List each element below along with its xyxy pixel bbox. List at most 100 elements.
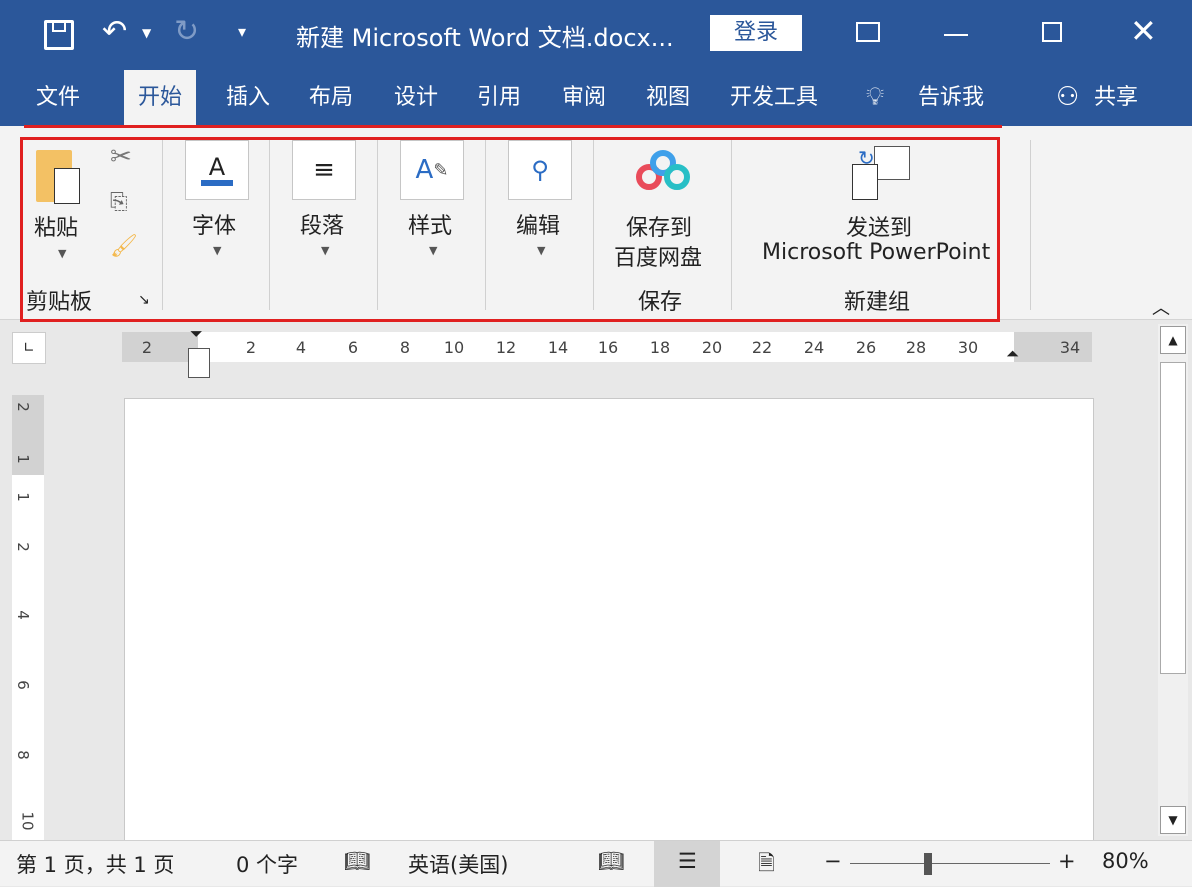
scroll-up-button[interactable]: ▲ (1160, 326, 1186, 354)
tab-selector[interactable]: ∟ (12, 332, 46, 364)
tab-home[interactable]: 开始 (124, 70, 197, 126)
ruler-tick-label: 18 (649, 338, 671, 357)
styles-icon[interactable]: A ✎ (400, 140, 464, 200)
ruler-tick-label: 10 (443, 338, 465, 357)
zoom-in-button[interactable]: + (1058, 849, 1076, 873)
search-icon[interactable]: ⚲ (508, 140, 572, 200)
cut-icon[interactable]: ✂ (110, 142, 132, 172)
status-bar: 第 1 页，共 1 页 0 个字 📖︎ 英语(美国) 📖︎ ☰ 🗎︎ − + 8… (0, 840, 1192, 887)
undo-dropdown-icon[interactable]: ▼ (142, 26, 151, 40)
print-layout-button[interactable]: ☰ (654, 841, 720, 887)
customize-toolbar-icon[interactable]: ▾ (238, 22, 246, 41)
zoom-level[interactable]: 80% (1102, 849, 1149, 873)
undo-icon[interactable]: ↶ (102, 14, 127, 49)
lightbulb-icon: 💡︎ (866, 82, 885, 112)
format-painter-icon[interactable]: 🖌︎ (110, 234, 138, 259)
print-layout-icon: ☰ (678, 849, 697, 873)
send-to-powerpoint-icon[interactable]: ↻ (852, 146, 910, 202)
tab-developer[interactable]: 开发工具 (716, 70, 832, 126)
styles-button[interactable]: 样式 (408, 208, 452, 240)
ruler-tick-label: 2 (141, 338, 153, 357)
ruler-tick-label: 26 (855, 338, 877, 357)
ruler-tick-label: 12 (495, 338, 517, 357)
document-page[interactable] (124, 398, 1094, 848)
close-icon[interactable]: ✕ (1130, 12, 1157, 50)
ruler-tick-label: 1 (13, 454, 32, 464)
ribbon-tabs: 文件 开始 插入 布局 设计 引用 审阅 视图 开发工具 💡︎ 告诉我 ⚇ 共享 (0, 70, 1192, 126)
save-to-baidu-line2[interactable]: 百度网盘 (614, 240, 702, 272)
font-dropdown-icon[interactable]: ▼ (213, 244, 221, 257)
language[interactable]: 英语(美国) (408, 849, 508, 879)
maximize-icon[interactable] (1042, 22, 1062, 42)
ruler-tick-label: 28 (905, 338, 927, 357)
styles-dropdown-icon[interactable]: ▼ (429, 244, 437, 257)
collapse-ribbon-icon[interactable]: ︿ (1152, 294, 1170, 320)
scroll-thumb[interactable] (1160, 362, 1186, 674)
save-icon[interactable] (44, 20, 74, 50)
read-mode-icon[interactable]: 📖︎ (598, 849, 625, 874)
editing-button[interactable]: 编辑 (516, 208, 560, 240)
font-icon[interactable]: A (185, 140, 249, 200)
vertical-scrollbar[interactable]: ▲ ▼ (1158, 324, 1188, 836)
zoom-slider-thumb[interactable] (924, 853, 933, 875)
ruler-tick-label: 34 (1059, 338, 1081, 357)
save-group-label: 保存 (638, 290, 683, 315)
tab-review[interactable]: 审阅 (548, 70, 620, 126)
web-layout-icon[interactable]: 🗎︎ (758, 849, 775, 884)
paragraph-button[interactable]: 段落 (300, 208, 344, 240)
copy-icon[interactable]: ⎘ (110, 190, 128, 215)
paste-icon[interactable] (36, 150, 80, 204)
ribbon-display-options-icon[interactable] (856, 22, 880, 42)
word-count[interactable]: 0 个字 (236, 849, 298, 879)
dialog-launcher-icon[interactable]: ↘ (138, 292, 150, 308)
ruler-tick-label: 20 (701, 338, 723, 357)
send-to-powerpoint-line2[interactable]: Microsoft PowerPoint (762, 240, 990, 265)
tab-references[interactable]: 引用 (463, 70, 535, 126)
ruler-tick-label: 24 (803, 338, 825, 357)
font-button[interactable]: 字体 (192, 208, 236, 240)
ruler-tick-label: 8 (13, 750, 32, 760)
zoom-out-button[interactable]: − (824, 849, 842, 873)
title-bar: ↶ ▼ ↻ ▾ 新建 Microsoft Word 文档.docx... 登录 … (0, 0, 1192, 70)
ruler-tick-label: 1 (13, 492, 32, 502)
ruler-tick-label: 14 (547, 338, 569, 357)
scroll-down-button[interactable]: ▼ (1160, 806, 1186, 834)
highlight-line (24, 125, 1002, 128)
clipboard-group-label: 剪贴板 (26, 290, 93, 315)
paste-button[interactable]: 粘贴 (34, 210, 78, 242)
share-button[interactable]: 共享 (1080, 70, 1152, 126)
window-title: 新建 Microsoft Word 文档.docx... (296, 24, 674, 52)
ruler-tick-label: 4 (13, 610, 32, 620)
tab-design[interactable]: 设计 (380, 70, 452, 126)
proofing-icon[interactable]: 📖︎ (344, 849, 371, 874)
minimize-icon[interactable] (944, 34, 968, 36)
tab-view[interactable]: 视图 (632, 70, 704, 126)
ruler-tick-label: 4 (295, 338, 307, 357)
new-group-label: 新建组 (844, 290, 911, 315)
share-icon: ⚇ (1056, 82, 1080, 112)
paragraph-dropdown-icon[interactable]: ▼ (321, 244, 329, 257)
baidu-netdisk-icon[interactable] (636, 150, 690, 192)
login-button[interactable]: 登录 (710, 15, 802, 51)
zoom-slider[interactable] (850, 863, 1050, 864)
ruler-tick-label: 30 (957, 338, 979, 357)
tab-insert[interactable]: 插入 (212, 70, 284, 126)
save-to-baidu-line1[interactable]: 保存到 (626, 210, 692, 242)
right-indent-marker[interactable]: ⏶ (1006, 344, 1019, 364)
ruler-tick-label: 6 (13, 680, 32, 690)
left-indent-marker[interactable] (188, 348, 210, 378)
ruler-tick-label: 2 (13, 402, 32, 412)
ruler-tick-label: 16 (597, 338, 619, 357)
tab-layout[interactable]: 布局 (295, 70, 367, 126)
page-count[interactable]: 第 1 页，共 1 页 (16, 849, 174, 879)
ruler-tick-label: 2 (13, 542, 32, 552)
first-line-indent-marker[interactable]: ⏷ (190, 324, 203, 344)
ruler-tick-label: 6 (347, 338, 359, 357)
send-to-powerpoint-line1[interactable]: 发送到 (846, 210, 912, 242)
paste-dropdown-icon[interactable]: ▼ (58, 247, 66, 260)
tab-file[interactable]: 文件 (22, 70, 94, 126)
redo-icon: ↻ (174, 14, 200, 49)
tell-me-search[interactable]: 告诉我 (904, 70, 998, 126)
paragraph-icon[interactable]: ≡ (292, 140, 356, 200)
editing-dropdown-icon[interactable]: ▼ (537, 244, 545, 257)
